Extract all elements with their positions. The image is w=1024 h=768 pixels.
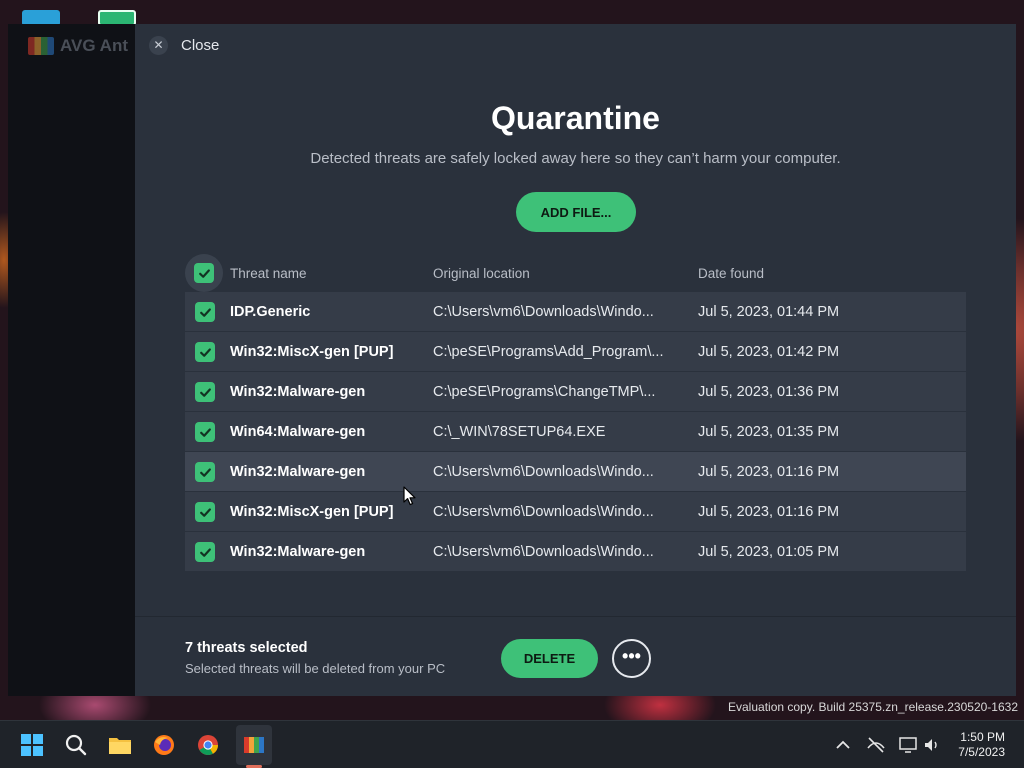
row-checkbox[interactable] <box>195 542 215 562</box>
date-found: Jul 5, 2023, 01:44 PM <box>698 304 840 320</box>
row-checkbox[interactable] <box>195 382 215 402</box>
clock-time: 1:50 PM <box>960 730 1005 744</box>
add-file-button[interactable]: ADD FILE... <box>516 192 636 232</box>
mouse-cursor-icon <box>403 486 416 506</box>
threat-name: Win32:MiscX-gen [PUP] <box>230 344 394 360</box>
checkmark-icon <box>199 467 211 477</box>
date-found: Jul 5, 2023, 01:36 PM <box>698 384 840 400</box>
checkmark-icon <box>199 547 211 557</box>
select-all-checkbox-wrap <box>185 254 223 292</box>
quarantine-panel: ✕ Close Quarantine Detected threats are … <box>135 24 1016 696</box>
row-checkbox[interactable] <box>195 422 215 442</box>
original-location: C:\Users\vm6\Downloads\Windo... <box>433 464 654 480</box>
taskbar: 1:50 PM 7/5/2023 <box>0 720 1024 768</box>
table-header: Threat name Original location Date found <box>185 254 966 292</box>
checkmark-icon <box>199 307 211 317</box>
table-row[interactable]: Win32:Malware-gen C:\Users\vm6\Downloads… <box>185 532 966 572</box>
checkmark-icon <box>199 387 211 397</box>
display-icon[interactable] <box>898 735 918 755</box>
system-clock[interactable]: 1:50 PM 7/5/2023 <box>958 730 1005 760</box>
table-row[interactable]: Win32:Malware-gen C:\Users\vm6\Downloads… <box>185 452 966 492</box>
avg-window-title: AVG Ant <box>28 36 128 56</box>
original-location: C:\Users\vm6\Downloads\Windo... <box>433 504 654 520</box>
date-found: Jul 5, 2023, 01:42 PM <box>698 344 840 360</box>
checkmark-icon <box>199 507 211 517</box>
close-label[interactable]: Close <box>181 37 219 54</box>
page-title: Quarantine <box>491 100 660 136</box>
checkmark-icon <box>198 268 210 278</box>
evaluation-watermark: Evaluation copy. Build 25375.zn_release.… <box>728 700 1018 714</box>
date-found: Jul 5, 2023, 01:05 PM <box>698 544 840 560</box>
threat-name: Win32:MiscX-gen [PUP] <box>230 504 394 520</box>
row-checkbox[interactable] <box>195 462 215 482</box>
threats-table: Threat name Original location Date found… <box>185 254 966 572</box>
threat-name: Win64:Malware-gen <box>230 424 366 440</box>
original-location: C:\Users\vm6\Downloads\Windo... <box>433 304 654 320</box>
original-location: C:\Users\vm6\Downloads\Windo... <box>433 544 654 560</box>
selected-count: 7 threats selected <box>185 640 308 656</box>
avg-logo-icon <box>28 37 54 55</box>
threat-name: Win32:Malware-gen <box>230 464 366 480</box>
original-location: C:\_WIN\78SETUP64.EXE <box>433 424 606 440</box>
chrome-icon[interactable] <box>196 733 220 757</box>
search-icon[interactable] <box>64 733 88 757</box>
select-all-checkbox[interactable] <box>194 263 214 283</box>
file-explorer-icon[interactable] <box>108 733 132 757</box>
checkmark-icon <box>199 427 211 437</box>
avg-icon[interactable] <box>242 733 266 757</box>
original-location: C:\peSE\Programs\Add_Program\... <box>433 344 664 360</box>
date-found: Jul 5, 2023, 01:35 PM <box>698 424 840 440</box>
clock-date: 7/5/2023 <box>958 745 1005 759</box>
volume-icon[interactable] <box>922 735 942 755</box>
column-header-threat-name[interactable]: Threat name <box>230 266 307 281</box>
more-options-button[interactable]: ••• <box>612 639 651 678</box>
page-subtitle: Detected threats are safely locked away … <box>310 150 841 167</box>
table-row[interactable]: Win32:Malware-gen C:\peSE\Programs\Chang… <box>185 372 966 412</box>
date-found: Jul 5, 2023, 01:16 PM <box>698 464 840 480</box>
threat-name: Win32:Malware-gen <box>230 544 366 560</box>
table-row[interactable]: IDP.Generic C:\Users\vm6\Downloads\Windo… <box>185 292 966 332</box>
table-row[interactable]: Win64:Malware-gen C:\_WIN\78SETUP64.EXE … <box>185 412 966 452</box>
network-off-icon[interactable] <box>866 735 886 755</box>
selection-footer: 7 threats selected Selected threats will… <box>135 616 1016 696</box>
threat-name: IDP.Generic <box>230 304 311 320</box>
row-checkbox[interactable] <box>195 342 215 362</box>
row-checkbox[interactable] <box>195 302 215 322</box>
selected-note: Selected threats will be deleted from yo… <box>185 661 446 676</box>
table-row[interactable]: Win32:MiscX-gen [PUP] C:\peSE\Programs\A… <box>185 332 966 372</box>
firefox-icon[interactable] <box>152 733 176 757</box>
delete-button[interactable]: DELETE <box>501 639 598 678</box>
original-location: C:\peSE\Programs\ChangeTMP\... <box>433 384 656 400</box>
checkmark-icon <box>199 347 211 357</box>
close-icon[interactable]: ✕ <box>149 36 168 55</box>
column-header-original-location[interactable]: Original location <box>433 266 530 281</box>
avg-window-title-text: AVG Ant <box>60 36 128 55</box>
date-found: Jul 5, 2023, 01:16 PM <box>698 504 840 520</box>
windows-start-icon[interactable] <box>20 733 44 757</box>
table-row[interactable]: Win32:MiscX-gen [PUP] C:\Users\vm6\Downl… <box>185 492 966 532</box>
row-checkbox[interactable] <box>195 502 215 522</box>
close-button[interactable]: ✕ Close <box>149 36 219 55</box>
column-header-date-found[interactable]: Date found <box>698 266 764 281</box>
chevron-up-icon[interactable] <box>834 736 852 754</box>
threat-name: Win32:Malware-gen <box>230 384 366 400</box>
